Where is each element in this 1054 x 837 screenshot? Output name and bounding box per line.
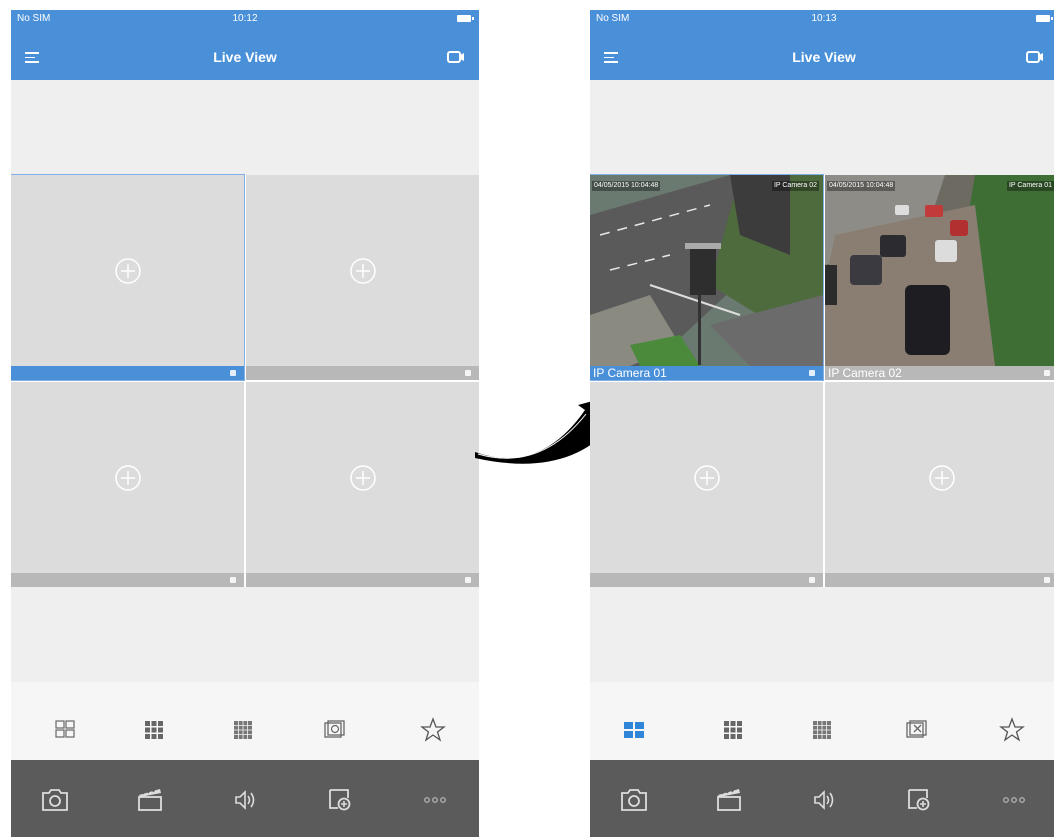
add-camera-icon[interactable] [114,464,142,492]
close-window-icon[interactable] [896,710,936,750]
empty-feed [825,382,1054,573]
screen-switch-icon[interactable] [314,710,354,750]
more-options-icon[interactable] [415,780,455,820]
nav-header: No SIM 10:12 Live View [11,10,479,80]
clock-label: 10:12 [232,13,258,24]
video-window-4[interactable] [246,382,479,587]
status-dot-icon [1044,370,1050,376]
layout-4x4-icon[interactable] [223,710,263,750]
video-window-4[interactable] [825,382,1054,587]
layout-2x2-active-icon[interactable] [614,710,654,750]
window-status-bar [825,573,1054,587]
status-bar: No SIM 10:13 [590,13,1054,29]
phone-screen-before: No SIM 10:12 Live View [11,10,479,837]
phone-screen-after: No SIM 10:13 Live View 04/05/2015 10:04:… [590,10,1054,837]
video-window-3[interactable] [11,382,244,587]
camera-01-image [590,175,823,366]
window-status-bar: IP Camera 01 [590,366,823,380]
add-camera-icon[interactable] [928,464,956,492]
layout-2x2-icon[interactable] [45,710,85,750]
status-dot-icon [809,577,815,583]
favorite-star-icon[interactable] [413,710,453,750]
live-view-grid [11,174,479,587]
window-status-bar [246,573,479,587]
camera-feed: 04/05/2015 10:04:48 IP Camera 02 [590,175,823,366]
add-camera-icon[interactable] [114,257,142,285]
osd-datetime: 04/05/2015 10:04:48 [827,181,896,191]
video-window-2[interactable]: 04/05/2015 10:04:48 IP Camera 01 IP Came… [825,175,1054,380]
camera-02-image [825,175,1054,366]
empty-feed [11,382,244,573]
audio-speaker-icon[interactable] [804,780,844,820]
audio-speaker-icon[interactable] [225,780,265,820]
layout-3x3-icon[interactable] [134,710,174,750]
osd-camera-name: IP Camera 02 [771,181,819,191]
status-dot-icon [465,577,471,583]
add-camera-icon[interactable] [693,464,721,492]
record-clapper-icon[interactable] [709,780,749,820]
camera-feed: 04/05/2015 10:04:48 IP Camera 01 [825,175,1054,366]
more-options-icon[interactable] [994,780,1034,820]
add-window-icon[interactable] [320,780,360,820]
add-camera-icon[interactable] [349,464,377,492]
status-dot-icon [230,370,236,376]
video-window-1[interactable] [11,174,245,381]
empty-feed [246,175,479,366]
record-clapper-icon[interactable] [130,780,170,820]
osd-camera-name: IP Camera 01 [1006,181,1054,191]
clock-label: 10:13 [811,13,837,24]
empty-feed [11,175,244,366]
video-window-3[interactable] [590,382,823,587]
camera-label: IP Camera 02 [828,366,902,380]
window-status-bar [246,366,479,380]
layout-4x4-icon[interactable] [802,710,842,750]
camera-switch-icon[interactable] [1026,50,1044,64]
battery-icon [1036,15,1053,22]
window-status-bar: IP Camera 02 [825,366,1054,380]
osd-datetime: 04/05/2015 10:04:48 [592,181,661,191]
page-title: Live View [213,49,277,65]
page-title: Live View [792,49,856,65]
live-view-grid: 04/05/2015 10:04:48 IP Camera 02 IP Came… [590,174,1054,587]
add-window-icon[interactable] [899,780,939,820]
favorite-star-icon[interactable] [992,710,1032,750]
snapshot-camera-icon[interactable] [35,780,75,820]
status-dot-icon [465,370,471,376]
layout-bar [11,682,479,760]
status-dot-icon [230,577,236,583]
bottom-toolbar [590,760,1054,837]
window-status-bar [11,573,244,587]
camera-label: IP Camera 01 [593,366,667,380]
video-window-1[interactable]: 04/05/2015 10:04:48 IP Camera 02 IP Came… [590,174,824,381]
empty-feed [590,382,823,573]
status-bar: No SIM 10:12 [11,13,479,29]
status-dot-icon [809,370,815,376]
layout-bar [590,682,1054,760]
video-window-2[interactable] [246,175,479,380]
add-camera-icon[interactable] [349,257,377,285]
window-status-bar [590,573,823,587]
layout-3x3-icon[interactable] [713,710,753,750]
bottom-toolbar [11,760,479,837]
status-dot-icon [1044,577,1050,583]
battery-icon [457,15,474,22]
snapshot-camera-icon[interactable] [614,780,654,820]
camera-switch-icon[interactable] [447,50,465,64]
window-status-bar [11,366,244,380]
empty-feed [246,382,479,573]
nav-header: No SIM 10:13 Live View [590,10,1054,80]
